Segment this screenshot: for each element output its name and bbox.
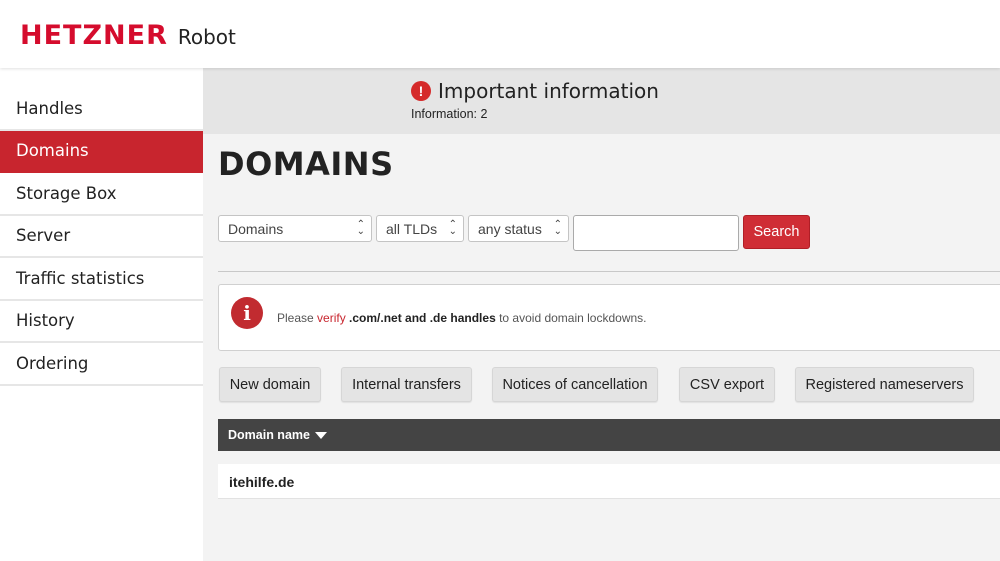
top-bar: HETZNER Robot — [0, 0, 1000, 68]
verify-link[interactable]: verify — [317, 311, 346, 325]
table-row[interactable]: itehilfe.de — [218, 464, 1000, 499]
status-select-value: any status — [478, 220, 542, 237]
sidebar-item-ordering[interactable]: Ordering — [0, 343, 203, 386]
sidebar-item-domains[interactable]: Domains — [0, 130, 203, 173]
column-header-label: Domain name — [228, 428, 310, 442]
domain-type-select[interactable]: Domains ⌃ ⌄ — [218, 215, 372, 242]
sort-desc-icon — [314, 431, 327, 439]
info-title-text: Important information — [438, 79, 659, 103]
notice-text-before: Please — [277, 311, 318, 325]
tld-select-value: all TLDs — [386, 220, 438, 237]
page-title: DOMAINS — [218, 145, 394, 183]
sidebar: Handles Domains Storage Box Server Traff… — [0, 68, 203, 561]
logo[interactable]: HETZNER Robot — [20, 20, 236, 51]
tld-select[interactable]: all TLDs ⌃ ⌄ — [376, 215, 464, 242]
sidebar-item-history[interactable]: History — [0, 301, 203, 343]
logo-brand: HETZNER — [20, 20, 168, 51]
search-button[interactable]: Search — [743, 215, 810, 249]
select-chevron-icon: ⌃ ⌄ — [553, 219, 562, 237]
csv-export-button[interactable]: CSV export — [679, 367, 775, 402]
sidebar-item-handles[interactable]: Handles — [0, 88, 203, 131]
info-count: Information: 2 — [411, 107, 488, 121]
domain-name-cell[interactable]: itehilfe.de — [229, 474, 294, 490]
info-title: ! Important information — [411, 79, 659, 103]
select-chevron-icon: ⌃ ⌄ — [356, 219, 365, 237]
table-header: Domain name — [218, 419, 1000, 451]
important-info-banner[interactable]: ! Important information Information: 2 — [203, 68, 1000, 134]
registered-nameservers-button[interactable]: Registered nameservers — [795, 367, 974, 402]
notices-of-cancellation-button[interactable]: Notices of cancellation — [492, 367, 658, 402]
notice-text-after: to avoid domain lockdowns. — [495, 311, 647, 325]
sidebar-nav: Handles Domains Storage Box Server Traff… — [0, 88, 203, 386]
internal-transfers-button[interactable]: Internal transfers — [341, 367, 472, 402]
notice-text: Please verify .com/.net and .de handles … — [277, 311, 647, 325]
new-domain-button[interactable]: New domain — [219, 367, 321, 402]
notice-bold-text: .com/.net and .de handles — [349, 311, 496, 325]
sidebar-item-server[interactable]: Server — [0, 216, 203, 258]
select-chevron-icon: ⌃ ⌄ — [448, 219, 457, 237]
verify-handles-notice: i Please verify .com/.net and .de handle… — [218, 284, 1000, 351]
search-input[interactable] — [573, 215, 739, 251]
column-header-domain-name[interactable]: Domain name — [228, 419, 327, 451]
logo-product: Robot — [177, 25, 236, 49]
info-icon: i — [231, 297, 263, 329]
exclamation-circle-icon: ! — [411, 81, 431, 101]
sidebar-item-storage-box[interactable]: Storage Box — [0, 173, 203, 216]
divider — [218, 271, 1000, 272]
status-select[interactable]: any status ⌃ ⌄ — [468, 215, 569, 242]
sidebar-item-traffic-statistics[interactable]: Traffic statistics — [0, 258, 203, 301]
domain-type-select-value: Domains — [228, 220, 284, 237]
